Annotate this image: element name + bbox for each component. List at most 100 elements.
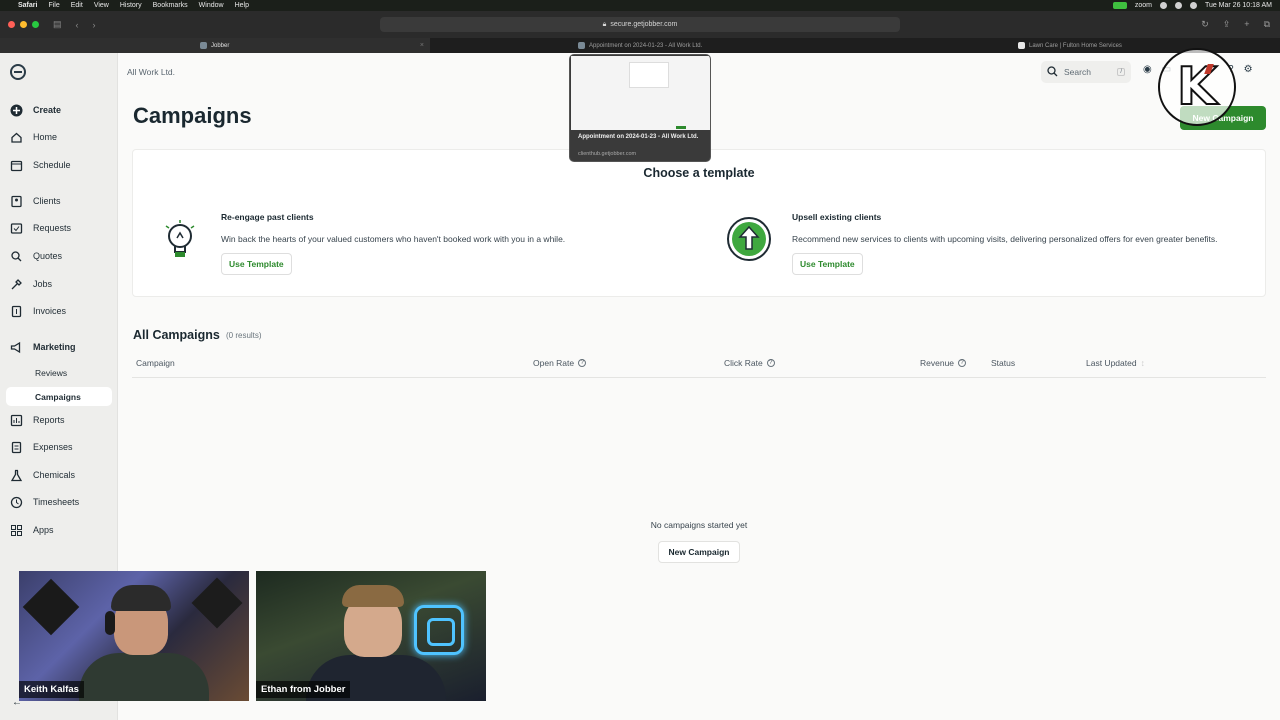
template-description: Win back the hearts of your valued custo…	[221, 234, 566, 244]
menu-edit[interactable]: Edit	[71, 2, 83, 9]
menu-help[interactable]: Help	[235, 2, 249, 9]
menu-bookmarks[interactable]: Bookmarks	[153, 2, 188, 9]
tab-jobber[interactable]: Jobber ×	[0, 38, 430, 53]
results-count: (0 results)	[226, 331, 262, 340]
use-template-button[interactable]: Use Template	[792, 253, 863, 275]
tab-label: Appointment on 2024-01-23 - All Work Ltd…	[589, 42, 703, 49]
back-arrow-icon[interactable]: ←	[12, 697, 22, 708]
requests-icon	[10, 222, 23, 235]
menu-window[interactable]: Window	[199, 2, 224, 9]
sidebar-item-timesheets[interactable]: Timesheets	[10, 493, 79, 511]
sidebar-subitem-campaigns[interactable]: Campaigns	[6, 387, 112, 406]
sidebar-subitem-reviews[interactable]: Reviews	[35, 368, 67, 378]
new-tab-icon[interactable]: +	[1244, 19, 1249, 30]
column-label: Revenue	[920, 358, 955, 368]
clock-readout[interactable]: Tue Mar 26 10:18 AM	[1205, 2, 1272, 9]
column-revenue[interactable]: Revenue?	[920, 358, 967, 368]
megaphone-icon	[10, 341, 23, 354]
column-label: Status	[991, 358, 1016, 368]
jobber-neon-logo-icon	[414, 605, 464, 655]
plus-circle-icon	[10, 104, 23, 117]
sidebar-item-home[interactable]: Home	[10, 128, 57, 146]
sidebar-item-jobs[interactable]: Jobs	[10, 275, 52, 293]
column-campaign[interactable]: Campaign	[136, 358, 175, 368]
column-label: Click Rate	[724, 358, 763, 368]
menu-file[interactable]: File	[48, 2, 59, 9]
choose-template-title: Choose a template	[643, 166, 755, 180]
tab-appointment[interactable]: Appointment on 2024-01-23 - All Work Ltd…	[430, 38, 856, 53]
use-template-button[interactable]: Use Template	[221, 253, 292, 275]
reload-icon[interactable]: ↻	[1201, 19, 1209, 30]
page-title: Campaigns	[133, 103, 252, 128]
column-label: Open Rate	[533, 358, 575, 368]
address-text: secure.getjobber.com	[610, 21, 678, 28]
sidebar-item-reports[interactable]: Reports	[10, 411, 65, 429]
calendar-icon	[10, 159, 23, 172]
empty-new-campaign-button[interactable]: New Campaign	[658, 541, 740, 563]
column-open-rate[interactable]: Open Rate?	[533, 358, 587, 368]
control-center-icon[interactable]	[1189, 2, 1197, 9]
sidebar-item-label: Schedule	[33, 160, 71, 170]
info-icon[interactable]: ?	[766, 359, 775, 367]
sidebar-item-label: Expenses	[33, 442, 73, 452]
zoom-status-icon[interactable]	[1112, 2, 1127, 9]
apps-icon	[10, 524, 23, 537]
sidebar-item-label: Invoices	[33, 306, 67, 316]
sidebar-item-invoices[interactable]: Invoices	[10, 302, 66, 320]
search-input[interactable]: Search /	[1041, 61, 1131, 83]
tab-lawn-care[interactable]: Lawn Care | Fulton Home Services	[856, 38, 1280, 53]
sidebar-toggle-icon[interactable]: ▤	[53, 19, 62, 30]
home-icon	[10, 131, 23, 144]
zoom-label[interactable]: zoom	[1135, 2, 1152, 9]
info-icon[interactable]: ?	[958, 359, 967, 367]
column-last-updated[interactable]: Last Updated ↕	[1086, 358, 1145, 368]
jobber-logo-icon[interactable]	[10, 64, 26, 80]
tab-hover-preview: Appointment on 2024-01-23 - All Work Ltd…	[569, 54, 711, 162]
headset-icon	[105, 611, 115, 635]
back-icon[interactable]: ‹	[76, 20, 79, 30]
template-card: Choose a template Re-engage past clients…	[132, 149, 1266, 297]
sidebar-item-expenses[interactable]: Expenses	[10, 438, 73, 456]
menu-history[interactable]: History	[120, 2, 142, 9]
sidebar-item-marketing[interactable]: Marketing	[10, 338, 76, 356]
preview-url: clienthub.getjobber.com	[578, 151, 637, 157]
all-campaigns-title: All Campaigns	[133, 328, 220, 342]
company-name[interactable]: All Work Ltd.	[127, 67, 175, 77]
zoom-window-button[interactable]	[32, 21, 39, 28]
column-click-rate[interactable]: Click Rate?	[724, 358, 775, 368]
sidebar-item-create[interactable]: Create	[10, 101, 61, 119]
minimize-window-button[interactable]	[20, 21, 27, 28]
close-tab-icon[interactable]: ×	[420, 42, 424, 49]
sort-icon[interactable]: ↕	[1141, 358, 1145, 368]
sidebar-item-requests[interactable]: Requests	[10, 219, 71, 237]
share-icon[interactable]: ⇪	[1223, 19, 1231, 30]
menubar-status-area: zoom Tue Mar 26 10:18 AM	[1112, 2, 1272, 9]
search-label: Search	[1064, 67, 1091, 77]
search-shortcut: /	[1117, 68, 1125, 76]
flask-icon	[10, 469, 23, 482]
sidebar-item-quotes[interactable]: Quotes	[10, 247, 62, 265]
sidebar-item-apps[interactable]: Apps	[10, 521, 54, 539]
tab-overview-icon[interactable]: ⧉	[1264, 19, 1270, 30]
reports-icon	[10, 414, 23, 427]
status-icon[interactable]	[1159, 2, 1167, 9]
quickbooks-icon[interactable]: ◉	[1143, 64, 1152, 75]
sidebar-item-clients[interactable]: Clients	[10, 192, 61, 210]
sidebar-item-chemicals[interactable]: Chemicals	[10, 466, 75, 484]
close-window-button[interactable]	[8, 21, 15, 28]
menu-view[interactable]: View	[94, 2, 109, 9]
clienthub-favicon-icon	[578, 42, 585, 49]
menu-safari[interactable]: Safari	[18, 2, 37, 9]
address-bar[interactable]: 🔒︎ secure.getjobber.com	[380, 17, 900, 32]
info-icon[interactable]: ?	[578, 359, 587, 367]
column-status[interactable]: Status	[991, 358, 1015, 368]
search-icon	[1047, 65, 1058, 79]
wall-panel	[191, 577, 243, 629]
sidebar-item-schedule[interactable]: Schedule	[10, 156, 71, 174]
wifi-icon[interactable]	[1174, 2, 1182, 9]
forward-icon[interactable]: ›	[93, 20, 96, 30]
gear-icon[interactable]: ⚙	[1244, 64, 1253, 75]
macos-menubar: Safari File Edit View History Bookmarks …	[0, 0, 1280, 11]
tab-label: Jobber	[211, 42, 230, 49]
participant-name: Ethan from Jobber	[256, 681, 351, 698]
